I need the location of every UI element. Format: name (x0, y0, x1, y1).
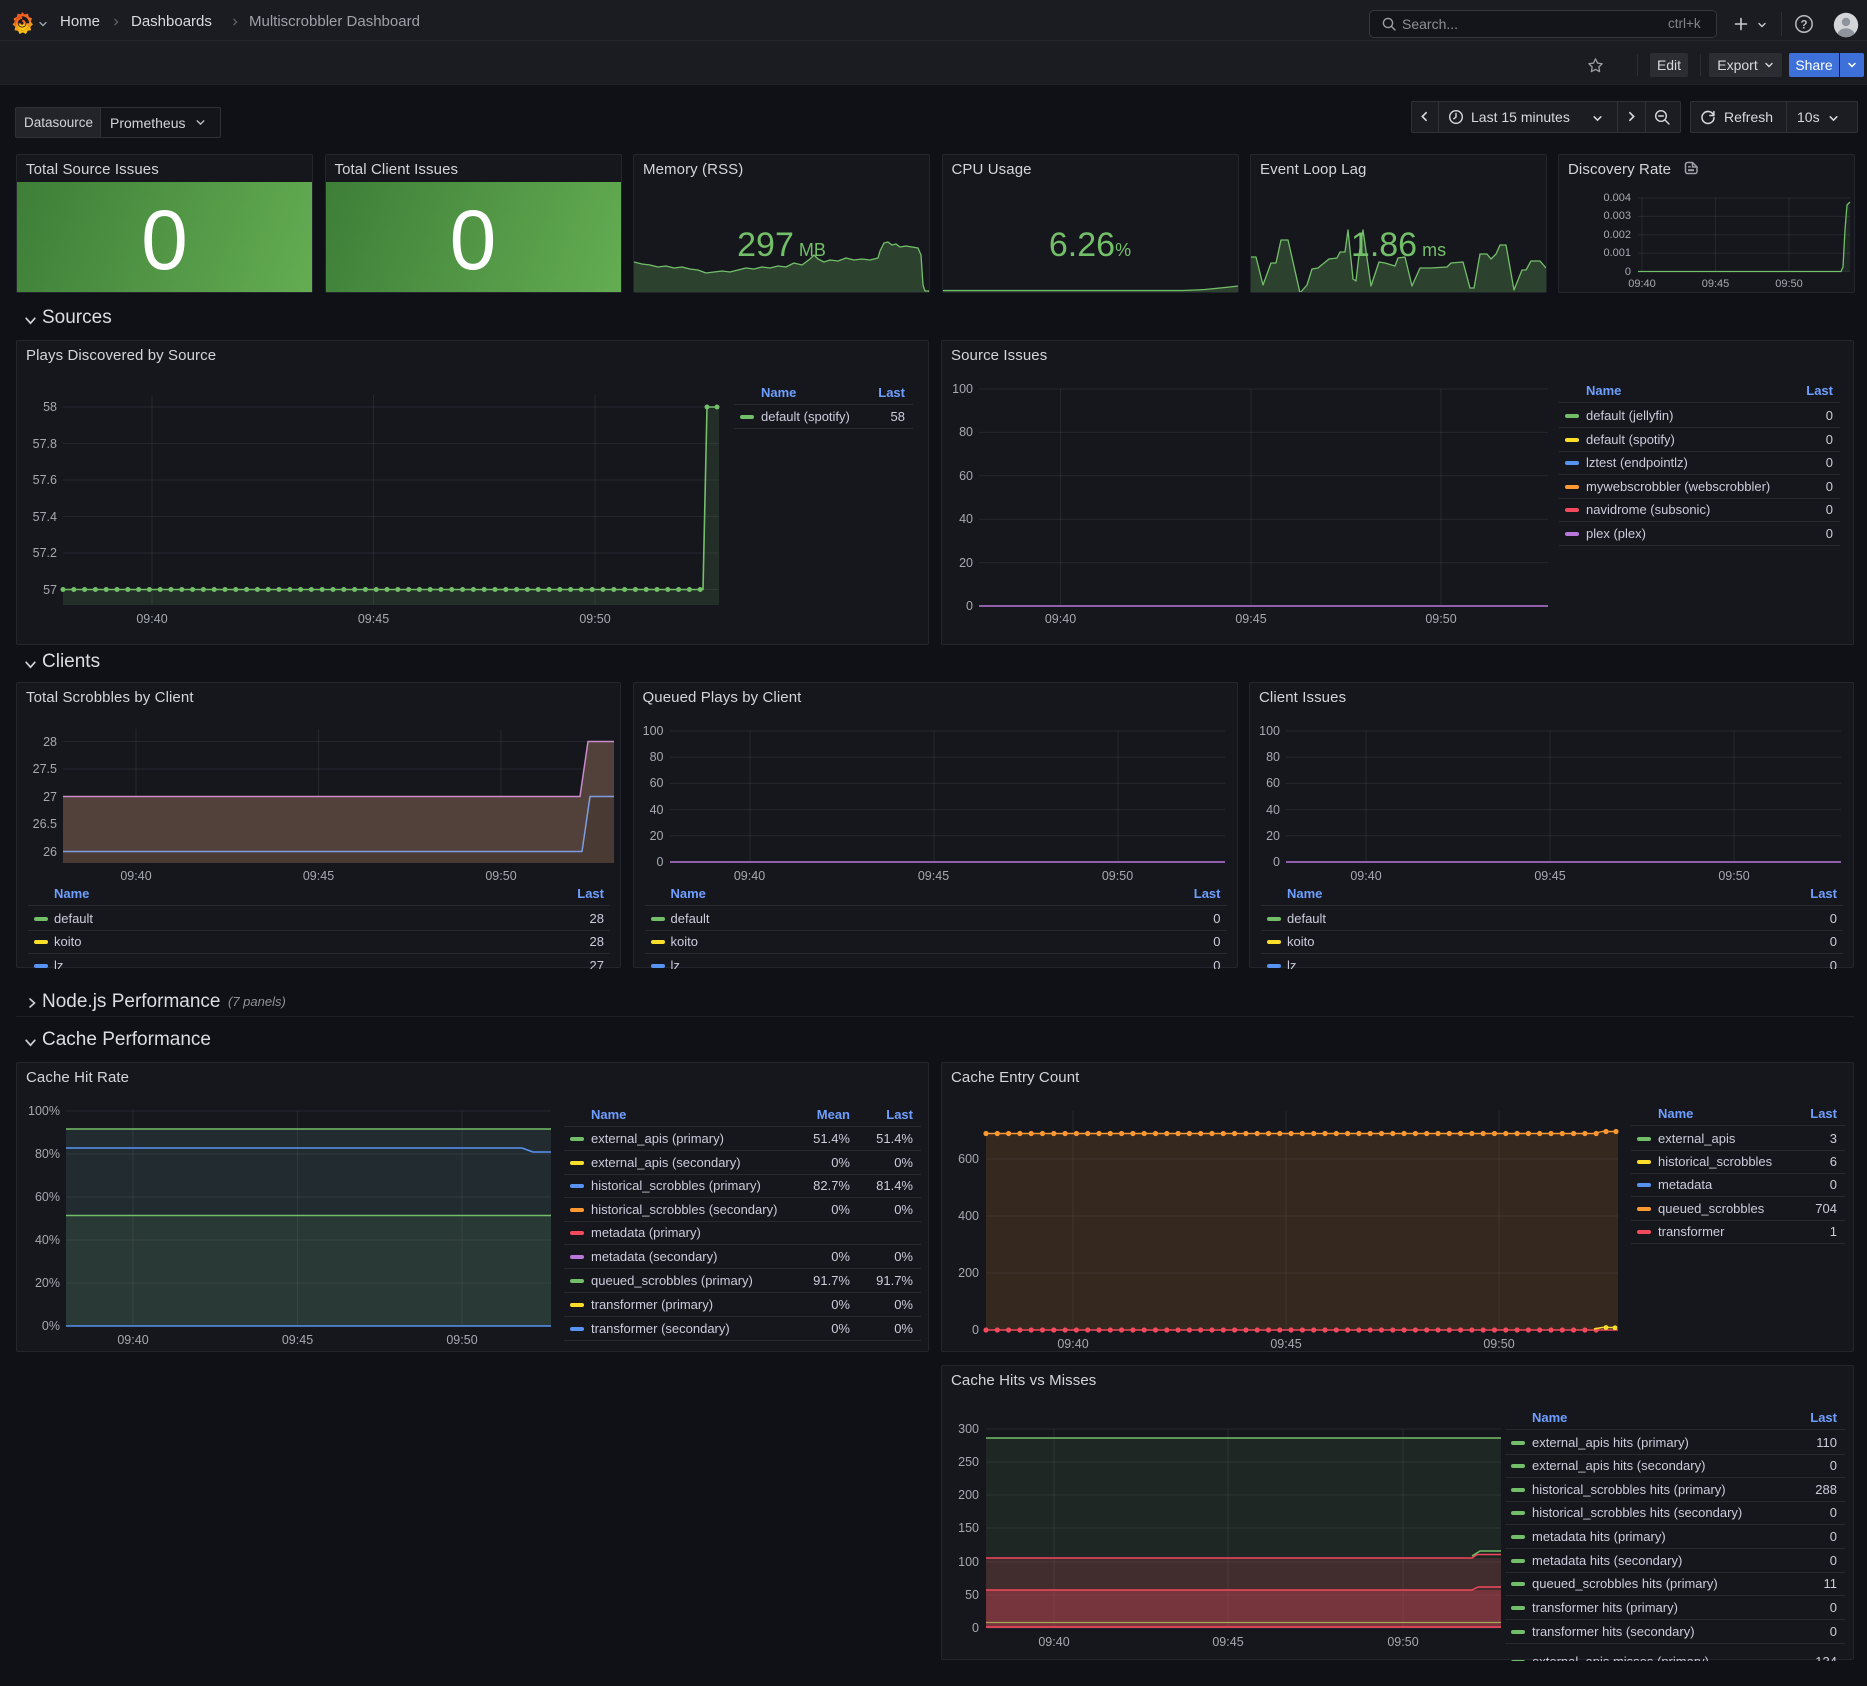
svg-text:?: ? (1800, 19, 1807, 31)
